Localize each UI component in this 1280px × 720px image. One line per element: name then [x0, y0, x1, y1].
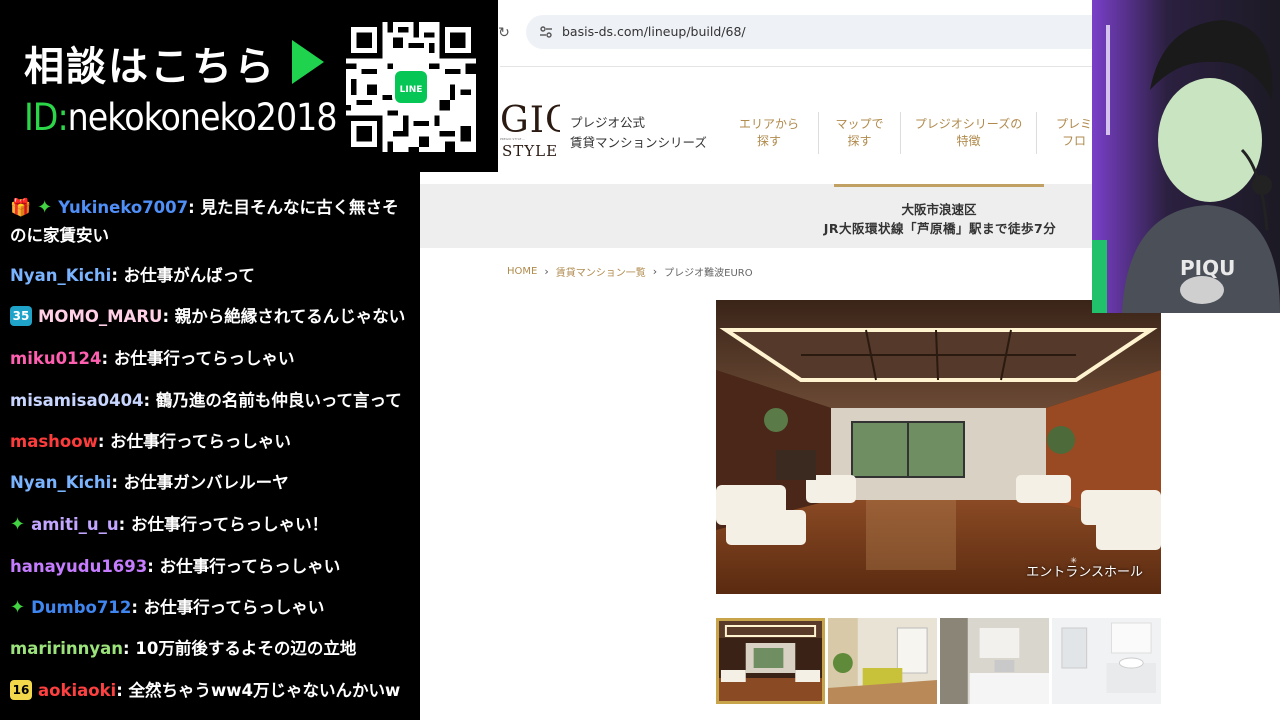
chat-text: : 親から絶縁されてるんじゃない: [162, 307, 406, 326]
chat-message: maririnnyan: 10万前後するよその辺の立地: [10, 635, 356, 663]
chat-message: Nyan_Kichi: お仕事ガンバレルーヤ: [10, 469, 289, 497]
site-logo[interactable]: GIO PREGIO STYLE ... STYLE: [500, 96, 560, 170]
active-tab-indicator: [834, 184, 1044, 187]
chat-username[interactable]: MOMO_MARU: [38, 307, 162, 326]
chat-message: 🎁 ✦ Yukineko7007: 見た目そんなに古く無さそ: [10, 194, 398, 222]
global-nav: エリアから 探す マップで 探す プレジオシリーズの 特徴 プレミ フロ: [720, 112, 1092, 154]
breadcrumb-list[interactable]: 賃貸マンション一覧: [556, 264, 646, 279]
webcam-feed: PIQU: [1092, 0, 1280, 313]
chat-message: ✦ Dumbo712: お仕事行ってらっしゃい: [10, 594, 324, 622]
nav-search-by-area[interactable]: エリアから 探す: [720, 112, 818, 154]
thumbnail-image: [1052, 618, 1161, 704]
chat-text: : お仕事行ってらっしゃい: [101, 349, 295, 368]
breadcrumb-home[interactable]: HOME: [507, 266, 537, 277]
chat-text: : お仕事ガンバレルーヤ: [111, 473, 289, 492]
chat-username[interactable]: mashoow: [10, 432, 98, 451]
line-id-prefix: ID:: [24, 96, 69, 139]
promo-headline: 相談はこちら: [24, 44, 276, 90]
chat-username[interactable]: Nyan_Kichi: [10, 473, 111, 492]
chat-message: misamisa0404: 鶴乃進の名前も仲良いって言って: [10, 387, 402, 415]
site-info-icon[interactable]: [538, 24, 554, 40]
chat-message: hanayudu1693: お仕事行ってらっしゃい: [10, 553, 340, 581]
chat-text: : お仕事がんばって: [111, 266, 255, 285]
thumbnail-strip: [716, 618, 1161, 704]
chat-text: : 全然ちゃうww4万じゃないんかいw: [116, 681, 401, 700]
address-bar-area: ↻ basis-ds.com/lineup/build/68/: [498, 0, 1126, 66]
lobby-photo-image: [716, 300, 1161, 594]
chat-message: Nyan_Kichi: お仕事がんばって: [10, 262, 255, 290]
tagline-line-2: 賃貸マンションシリーズ: [570, 135, 707, 150]
thumbnail-image: [716, 618, 825, 704]
property-access: JR大阪環状線「芦原橋」駅まで徒歩7分: [823, 221, 1057, 236]
chat-username[interactable]: aokiaoki: [38, 681, 116, 700]
chat-message: 35 MOMO_MARU: 親から絶縁されてるんじゃない: [10, 303, 405, 331]
tagline-line-1: プレジオ公式: [570, 115, 646, 130]
chat-text: : 10万前後するよその辺の立地: [123, 639, 357, 658]
nav-premium[interactable]: プレミ フロ: [1036, 112, 1092, 154]
svg-text:PIQU: PIQU: [1180, 256, 1235, 280]
chat-text: : お仕事行ってらっしゃい！: [118, 515, 329, 534]
thumbnail-kitchen[interactable]: [940, 618, 1049, 704]
logo-fine-print: PREGIO STYLE ...: [500, 137, 526, 141]
chat-username[interactable]: amiti_u_u: [31, 515, 119, 534]
chat-message: miku0124: お仕事行ってらっしゃい: [10, 345, 295, 373]
contact-promo-banner: 相談はこちら ID:nekokoneko2018 LINE: [0, 0, 498, 172]
gift-badge-icon: 🎁: [10, 198, 32, 218]
thumbnail-washroom[interactable]: [1052, 618, 1161, 704]
line-logo-icon: LINE: [392, 68, 430, 106]
site-tagline: プレジオ公式 賃貸マンションシリーズ: [570, 113, 707, 153]
chat-message-continuation: のに家賃安い: [10, 222, 109, 250]
chat-username[interactable]: Nyan_Kichi: [10, 266, 111, 285]
thumbnail-image: [828, 618, 937, 704]
chat-username[interactable]: miku0124: [10, 349, 102, 368]
streamer-camera-image: PIQU: [1092, 0, 1280, 313]
chat-username[interactable]: Dumbo712: [31, 598, 131, 617]
play-arrow-icon: [292, 40, 324, 84]
chat-text: : お仕事行ってらっしゃい: [147, 557, 341, 576]
line-id-value: nekokoneko2018: [67, 96, 338, 139]
hero-caption: エントランスホール: [1026, 565, 1143, 580]
chevron-right-icon: ›: [652, 265, 658, 278]
url-field[interactable]: basis-ds.com/lineup/build/68/: [526, 15, 1126, 49]
chat-message: 16 aokiaoki: 全然ちゃうww4万じゃないんかいw: [10, 677, 400, 705]
sparkle-badge-icon: ✦: [10, 514, 26, 535]
thumbnail-image: [940, 618, 1049, 704]
chat-username[interactable]: hanayudu1693: [10, 557, 147, 576]
chat-username[interactable]: maririnnyan: [10, 639, 123, 658]
line-qr-code: LINE: [346, 22, 476, 152]
chat-panel: 🎁 ✦ Yukineko7007: 見た目そんなに古く無さそ のに家賃安い Nyan…: [0, 170, 420, 720]
toolbar-divider: [500, 66, 1092, 67]
chat-text: のに家賃安い: [10, 226, 109, 245]
chat-username[interactable]: misamisa0404: [10, 391, 144, 410]
chat-text: : 見た目そんなに古く無さそ: [188, 198, 399, 217]
chevron-right-icon: ›: [544, 265, 549, 278]
logo-style-text: STYLE: [502, 142, 559, 160]
property-address-band: 大阪市浪速区 JR大阪環状線「芦原橋」駅まで徒歩7分: [420, 184, 1092, 248]
chat-message: ✦ amiti_u_u: お仕事行ってらっしゃい！: [10, 511, 328, 539]
thumbnail-living-room[interactable]: [828, 618, 937, 704]
chat-text: : お仕事行ってらっしゃい: [97, 432, 291, 451]
stream-screen: ↻ basis-ds.com/lineup/build/68/ GIO PREG…: [0, 0, 1280, 720]
chat-message: mashoow: お仕事行ってらっしゃい: [10, 428, 291, 456]
breadcrumb: HOME › 賃貸マンション一覧 › プレジオ難波EURO: [507, 264, 753, 279]
property-ward: 大阪市浪速区: [901, 202, 977, 217]
sparkle-badge-icon: ✦: [10, 597, 26, 618]
hero-photo[interactable]: ✳ エントランスホール: [716, 300, 1161, 594]
subscriber-badge: 16: [10, 680, 32, 700]
url-text: basis-ds.com/lineup/build/68/: [562, 24, 746, 39]
sparkle-badge-icon: ✦: [37, 197, 53, 218]
chat-username[interactable]: Yukineko7007: [58, 198, 188, 217]
logo-wordmark: GIO: [500, 100, 560, 141]
nav-search-by-map[interactable]: マップで 探す: [818, 112, 900, 154]
breadcrumb-current: プレジオ難波EURO: [664, 268, 753, 279]
nav-series-features[interactable]: プレジオシリーズの 特徴: [900, 112, 1036, 154]
chat-text: : お仕事行ってらっしゃい: [131, 598, 325, 617]
thumbnail-entrance-hall[interactable]: [716, 618, 825, 704]
line-id-text: ID:nekokoneko2018: [24, 96, 338, 139]
subscriber-badge: 35: [10, 306, 32, 326]
chat-text: : 鶴乃進の名前も仲良いって言って: [143, 391, 402, 410]
